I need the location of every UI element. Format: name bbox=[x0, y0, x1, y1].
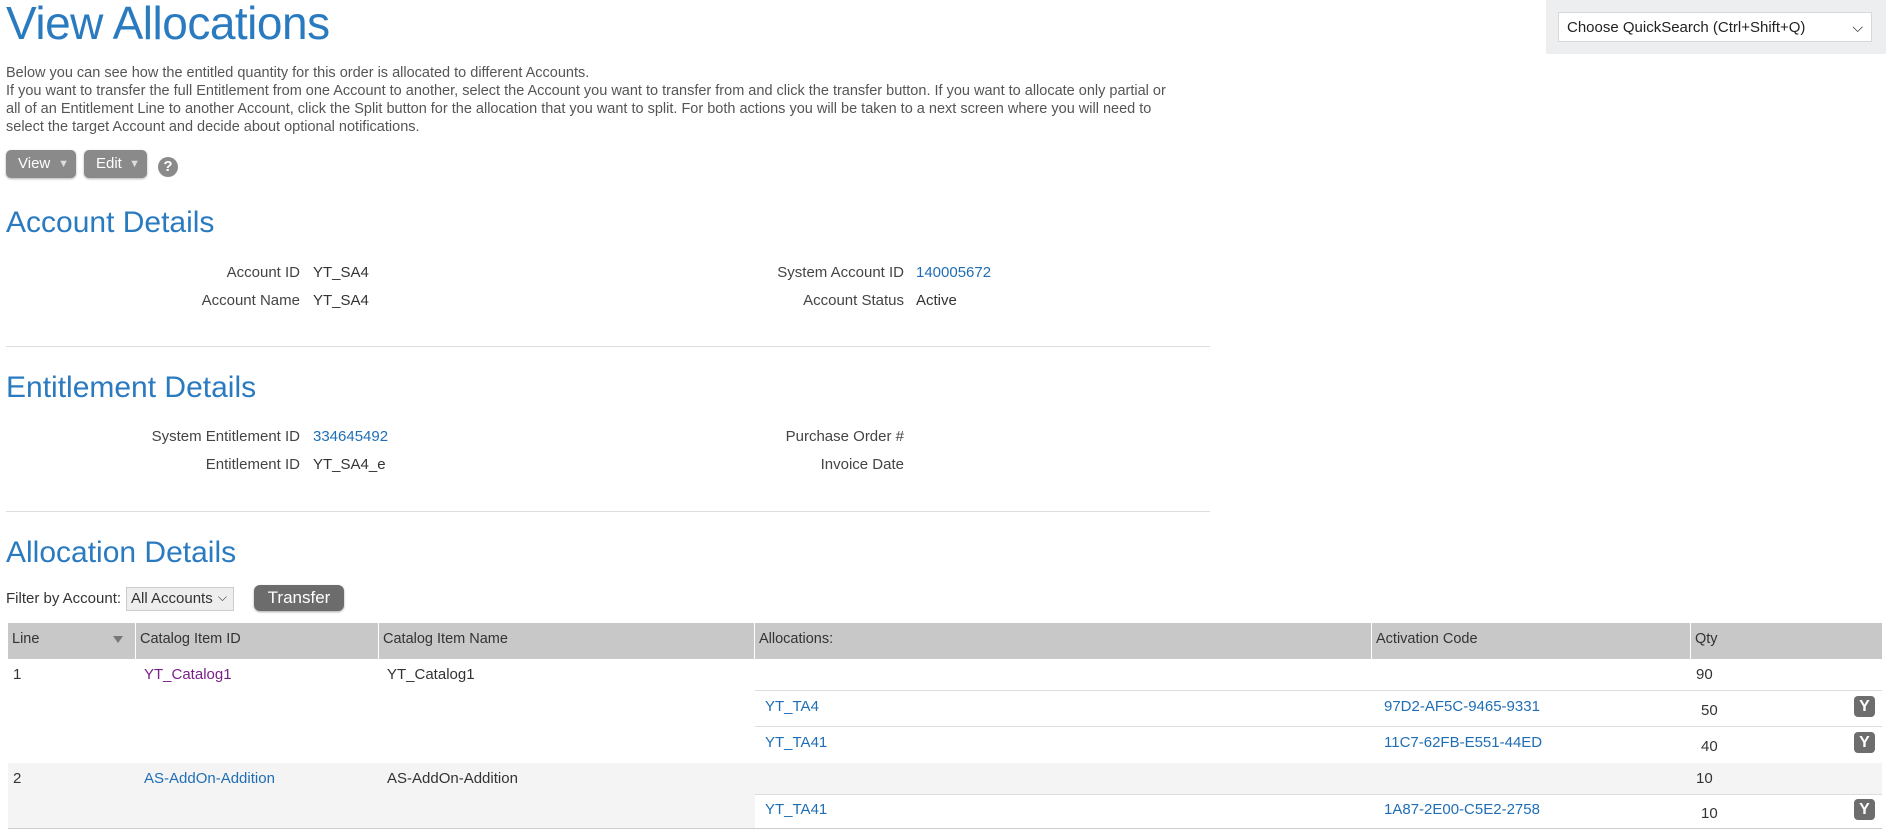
page-title: View Allocations bbox=[6, 0, 330, 49]
system-entitlement-id-label: System Entitlement ID bbox=[151, 428, 300, 445]
allocation-details-title: Allocation Details bbox=[6, 536, 237, 569]
table-bottom-border bbox=[8, 828, 1882, 829]
account-id-value: YT_SA4 bbox=[313, 264, 369, 281]
activation-code-link[interactable]: 1A87-2E00-C5E2-2758 bbox=[1384, 801, 1540, 818]
account-name-label: Account Name bbox=[201, 292, 300, 309]
catalog-item-id-link[interactable]: AS-AddOn-Addition bbox=[144, 770, 275, 787]
entitlement-details-title: Entitlement Details bbox=[6, 371, 257, 404]
view-menu-label: View bbox=[18, 155, 51, 172]
allocation-qty: 10 bbox=[1701, 805, 1718, 822]
sort-down-icon[interactable] bbox=[113, 636, 123, 643]
divider bbox=[6, 511, 1210, 512]
quicksearch-label: Choose QuickSearch (Ctrl+Shift+Q) bbox=[1567, 19, 1806, 36]
quicksearch-select[interactable]: Choose QuickSearch (Ctrl+Shift+Q) ⌵ bbox=[1558, 12, 1872, 42]
purchase-order-label: Purchase Order # bbox=[785, 428, 904, 445]
help-icon[interactable]: ? bbox=[158, 157, 178, 177]
allocation-account-link[interactable]: YT_TA41 bbox=[765, 801, 827, 818]
catalog-item-name: AS-AddOn-Addition bbox=[387, 770, 518, 787]
chevron-down-icon: ⌵ bbox=[217, 590, 227, 604]
activation-code-link[interactable]: 97D2-AF5C-9465-9331 bbox=[1384, 698, 1540, 715]
filter-account-value: All Accounts bbox=[131, 590, 213, 607]
account-name-value: YT_SA4 bbox=[313, 292, 369, 309]
account-details-title: Account Details bbox=[6, 206, 215, 239]
entitlement-id-label: Entitlement ID bbox=[205, 456, 300, 473]
intro-line-2: If you want to transfer the full Entitle… bbox=[6, 83, 1166, 135]
divider bbox=[6, 346, 1210, 347]
column-header-catalog-item-name: Catalog Item Name bbox=[379, 623, 755, 659]
split-icon[interactable]: Y bbox=[1854, 799, 1875, 820]
column-header-catalog-item-id: Catalog Item ID bbox=[136, 623, 379, 659]
allocation-qty: 40 bbox=[1701, 738, 1718, 755]
invoice-date-label: Invoice Date bbox=[820, 456, 904, 473]
split-icon[interactable]: Y bbox=[1854, 732, 1875, 753]
allocation-account-link[interactable]: YT_TA4 bbox=[765, 698, 819, 715]
edit-menu-button[interactable]: Edit ▼ bbox=[84, 150, 147, 178]
line-qty: 90 bbox=[1696, 666, 1713, 683]
edit-menu-label: Edit bbox=[96, 155, 122, 172]
column-header-qty: Qty bbox=[1695, 631, 1718, 647]
caret-down-icon: ▼ bbox=[129, 158, 140, 170]
account-status-label: Account Status bbox=[803, 292, 904, 309]
column-header-line[interactable]: Line bbox=[8, 623, 136, 659]
allocation-qty: 50 bbox=[1701, 702, 1718, 719]
caret-down-icon: ▼ bbox=[58, 158, 69, 170]
line-number: 2 bbox=[13, 770, 22, 787]
account-status-value: Active bbox=[916, 292, 957, 309]
line-number: 1 bbox=[13, 666, 22, 683]
view-menu-button[interactable]: View ▼ bbox=[6, 150, 76, 178]
system-account-id-link[interactable]: 140005672 bbox=[916, 264, 991, 281]
column-label: Line bbox=[12, 631, 40, 647]
system-account-id-label: System Account ID bbox=[777, 264, 904, 281]
allocation-account-link[interactable]: YT_TA41 bbox=[765, 734, 827, 751]
catalog-item-id-link[interactable]: YT_Catalog1 bbox=[144, 666, 232, 683]
column-header-activation-code: Activation Code bbox=[1372, 623, 1691, 659]
intro-text: Below you can see how the entitled quant… bbox=[6, 64, 1166, 136]
account-id-label: Account ID bbox=[226, 264, 300, 281]
allocations-table-header: Line Catalog Item ID Catalog Item Name A… bbox=[8, 623, 1882, 659]
quicksearch-panel: Choose QuickSearch (Ctrl+Shift+Q) ⌵ bbox=[1546, 0, 1886, 54]
intro-line-1: Below you can see how the entitled quant… bbox=[6, 65, 590, 81]
filter-account-select[interactable]: All Accounts ⌵ bbox=[126, 587, 234, 611]
activation-code-link[interactable]: 11C7-62FB-E551-44ED bbox=[1384, 734, 1542, 751]
system-entitlement-id-link[interactable]: 334645492 bbox=[313, 428, 388, 445]
line-qty: 10 bbox=[1696, 770, 1713, 787]
split-icon[interactable]: Y bbox=[1854, 696, 1875, 717]
chevron-down-icon: ⌵ bbox=[1852, 19, 1863, 35]
entitlement-id-value: YT_SA4_e bbox=[313, 456, 386, 473]
filter-by-account-label: Filter by Account: bbox=[6, 590, 122, 607]
column-header-allocations: Allocations: bbox=[755, 623, 1372, 659]
transfer-button[interactable]: Transfer bbox=[254, 585, 344, 611]
catalog-item-name: YT_Catalog1 bbox=[387, 666, 475, 683]
